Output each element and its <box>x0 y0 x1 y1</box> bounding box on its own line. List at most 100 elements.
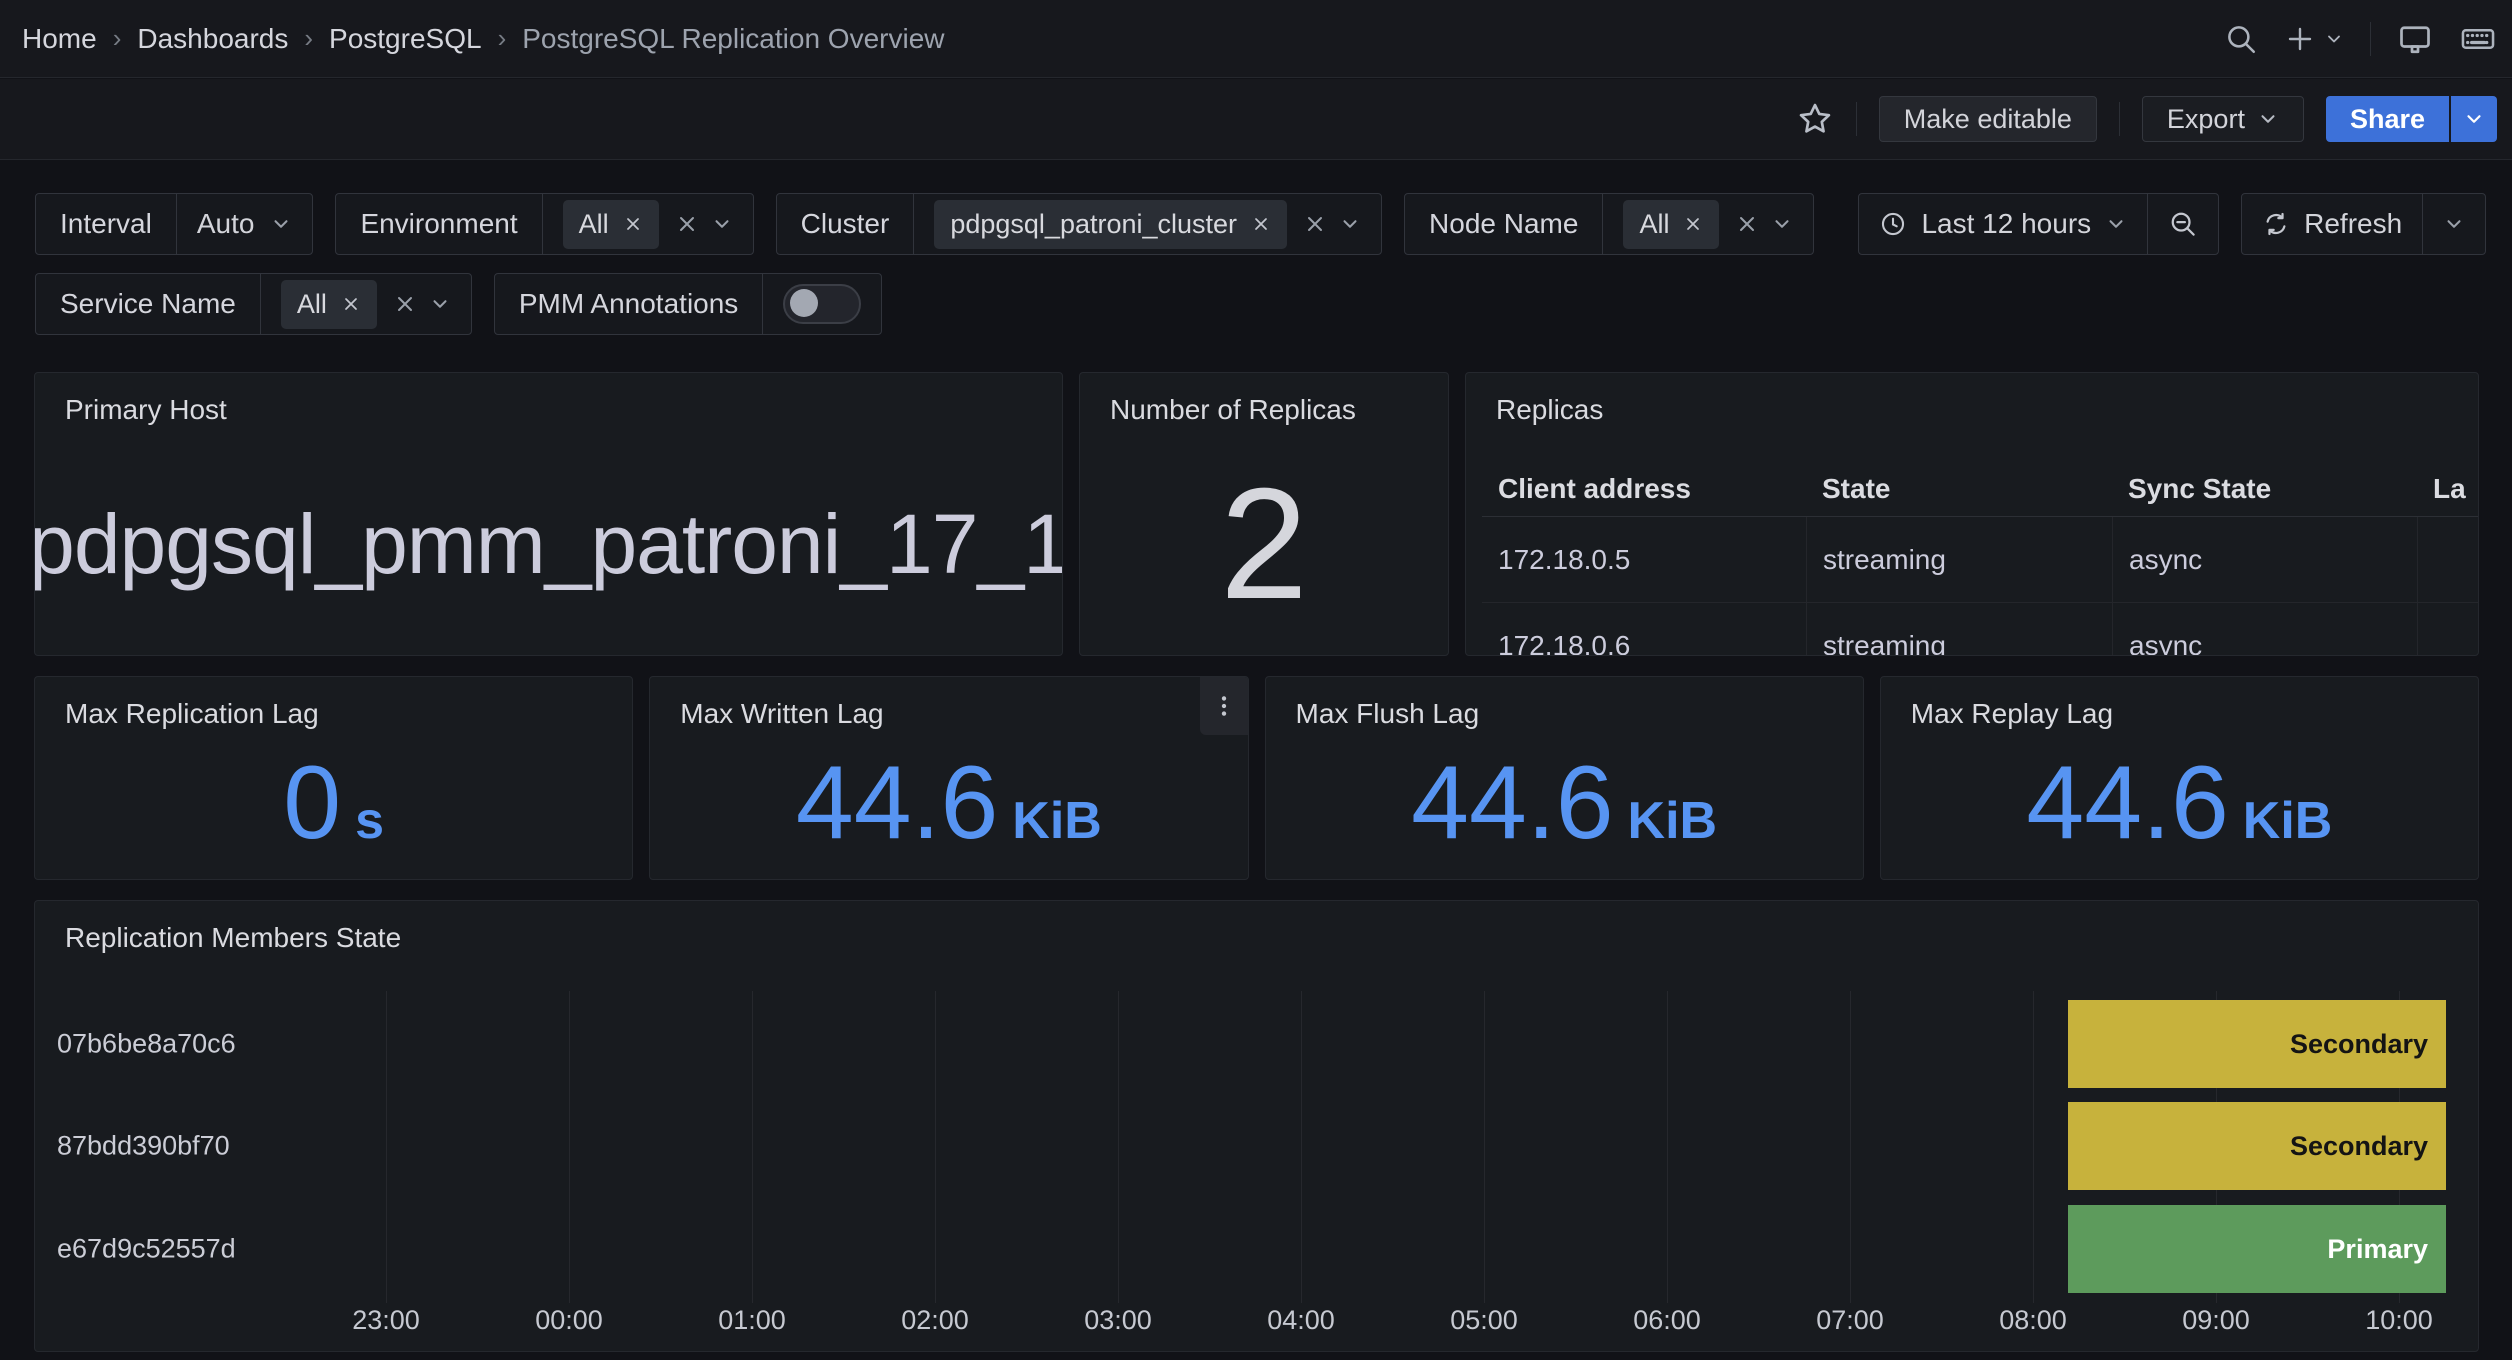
cluster-label: Cluster <box>777 194 915 254</box>
primary-host-panel: Primary Host pdpgsql_pmm_patroni_17_1 <box>34 372 1063 656</box>
node-name-value-chip[interactable]: All <box>1623 200 1719 249</box>
table-row: 172.18.0.6 streaming async <box>1482 603 2478 656</box>
state-bar-primary[interactable]: Primary <box>2068 1205 2446 1293</box>
search-icon[interactable] <box>2224 22 2258 56</box>
max-replay-lag-panel: Max Replay Lag 44.6KiB <box>1880 676 2479 880</box>
x-tick: 01:00 <box>718 1305 786 1336</box>
environment-label: Environment <box>336 194 542 254</box>
chevron-down-icon <box>2105 213 2127 235</box>
state-bar-secondary[interactable]: Secondary <box>2068 1102 2446 1190</box>
interval-select[interactable]: Auto <box>177 194 313 254</box>
state-timeline-chart[interactable]: 23:00 00:00 01:00 02:00 03:00 04:00 05:0… <box>35 901 2478 1351</box>
chevron-down-icon[interactable] <box>1771 213 1793 235</box>
stat-value: 44.6KiB <box>1411 744 1717 863</box>
x-tick: 03:00 <box>1084 1305 1152 1336</box>
refresh-button[interactable]: Refresh <box>2242 194 2422 254</box>
max-written-lag-panel: Max Written Lag 44.6KiB <box>649 676 1248 880</box>
replica-count-value: 2 <box>1220 454 1308 635</box>
clear-selection-icon[interactable] <box>1735 212 1759 236</box>
breadcrumb-separator: › <box>113 23 122 54</box>
keyboard-icon[interactable] <box>2459 20 2497 58</box>
zoom-out-icon <box>2168 209 2198 239</box>
dashboard-controls: Interval Auto Environment All Cluster <box>35 193 2479 335</box>
star-icon[interactable] <box>1796 100 1834 138</box>
remove-icon <box>1251 214 1271 234</box>
panel-title[interactable]: Replicas <box>1496 394 1603 426</box>
column-header[interactable]: La <box>2417 473 2478 505</box>
table-header-row: Client address State Sync State La <box>1482 461 2478 517</box>
breadcrumb-separator: › <box>498 23 507 54</box>
series-label: e67d9c52557d <box>57 1234 236 1265</box>
chevron-down-icon <box>2463 108 2485 130</box>
nav-divider <box>2370 22 2371 56</box>
column-header[interactable]: State <box>1806 473 2112 505</box>
share-menu-button[interactable] <box>2451 96 2497 142</box>
series-label: 87bdd390bf70 <box>57 1131 230 1162</box>
max-replication-lag-panel: Max Replication Lag 0s <box>34 676 633 880</box>
remove-icon <box>341 294 361 314</box>
refresh-interval-dropdown[interactable] <box>2422 194 2485 254</box>
time-range-picker: Last 12 hours <box>1858 193 2219 255</box>
toolbar-divider <box>1856 102 1857 136</box>
time-range-button[interactable]: Last 12 hours <box>1859 194 2147 254</box>
pmm-annotations-toggle[interactable] <box>763 274 881 334</box>
x-tick: 09:00 <box>2182 1305 2250 1336</box>
dashboard-toolbar: Make editable Export Share <box>0 79 2512 160</box>
replicas-panel: Replicas Client address State Sync State… <box>1465 372 2479 656</box>
chevron-down-icon <box>270 213 292 235</box>
clear-selection-icon[interactable] <box>1303 212 1327 236</box>
environment-value-chip[interactable]: All <box>563 200 659 249</box>
breadcrumb-postgresql[interactable]: PostgreSQL <box>329 23 482 55</box>
zoom-out-time-button[interactable] <box>2147 194 2218 254</box>
max-flush-lag-panel: Max Flush Lag 44.6KiB <box>1265 676 1864 880</box>
clear-selection-icon[interactable] <box>393 292 417 316</box>
table-row: 172.18.0.5 streaming async <box>1482 517 2478 603</box>
chevron-down-icon <box>2257 108 2279 130</box>
remove-icon <box>623 214 643 234</box>
monitor-icon[interactable] <box>2397 21 2433 57</box>
add-panel-button[interactable] <box>2284 23 2344 55</box>
chevron-down-icon[interactable] <box>429 293 451 315</box>
breadcrumb-home[interactable]: Home <box>22 23 97 55</box>
chevron-down-icon[interactable] <box>1339 213 1361 235</box>
panel-title[interactable]: Max Replication Lag <box>65 698 319 730</box>
replica-count-panel: Number of Replicas 2 <box>1079 372 1449 656</box>
cell-state: streaming <box>1806 603 2112 656</box>
breadcrumb-current-page: PostgreSQL Replication Overview <box>522 23 944 55</box>
cell-client-address: 172.18.0.6 <box>1482 630 1806 657</box>
plus-icon <box>2284 23 2316 55</box>
cell-state: streaming <box>1806 517 2112 602</box>
primary-host-value: pdpgsql_pmm_patroni_17_1 <box>34 496 1063 593</box>
service-name-value-chip[interactable]: All <box>281 280 377 329</box>
stat-value: 44.6KiB <box>2026 744 2332 863</box>
column-header[interactable]: Client address <box>1482 473 1806 505</box>
cluster-variable: Cluster pdpgsql_patroni_cluster <box>776 193 1382 255</box>
kebab-icon <box>1211 693 1237 719</box>
make-editable-button[interactable]: Make editable <box>1879 96 2097 142</box>
column-header[interactable]: Sync State <box>2112 473 2417 505</box>
panel-title[interactable]: Primary Host <box>65 394 227 426</box>
service-name-variable: Service Name All <box>35 273 472 335</box>
replicas-table: Client address State Sync State La 172.1… <box>1482 461 2478 656</box>
state-bar-secondary[interactable]: Secondary <box>2068 1000 2446 1088</box>
clear-selection-icon[interactable] <box>675 212 699 236</box>
panel-title[interactable]: Max Replay Lag <box>1911 698 2113 730</box>
cell-lag <box>2417 517 2478 602</box>
x-tick: 08:00 <box>1999 1305 2067 1336</box>
cluster-value-chip[interactable]: pdpgsql_patroni_cluster <box>934 200 1287 249</box>
chevron-down-icon <box>2443 213 2465 235</box>
x-tick: 05:00 <box>1450 1305 1518 1336</box>
refresh-icon <box>2262 210 2290 238</box>
panel-title[interactable]: Number of Replicas <box>1110 394 1356 426</box>
x-tick: 06:00 <box>1633 1305 1701 1336</box>
export-button[interactable]: Export <box>2142 96 2304 142</box>
x-tick: 10:00 <box>2365 1305 2433 1336</box>
share-button[interactable]: Share <box>2326 96 2449 142</box>
chevron-down-icon[interactable] <box>711 213 733 235</box>
chevron-down-icon <box>2324 29 2344 49</box>
panel-title[interactable]: Max Flush Lag <box>1296 698 1480 730</box>
cell-client-address: 172.18.0.5 <box>1482 544 1806 576</box>
breadcrumb-dashboards[interactable]: Dashboards <box>137 23 288 55</box>
interval-variable: Interval Auto <box>35 193 313 255</box>
panel-title[interactable]: Max Written Lag <box>680 698 883 730</box>
